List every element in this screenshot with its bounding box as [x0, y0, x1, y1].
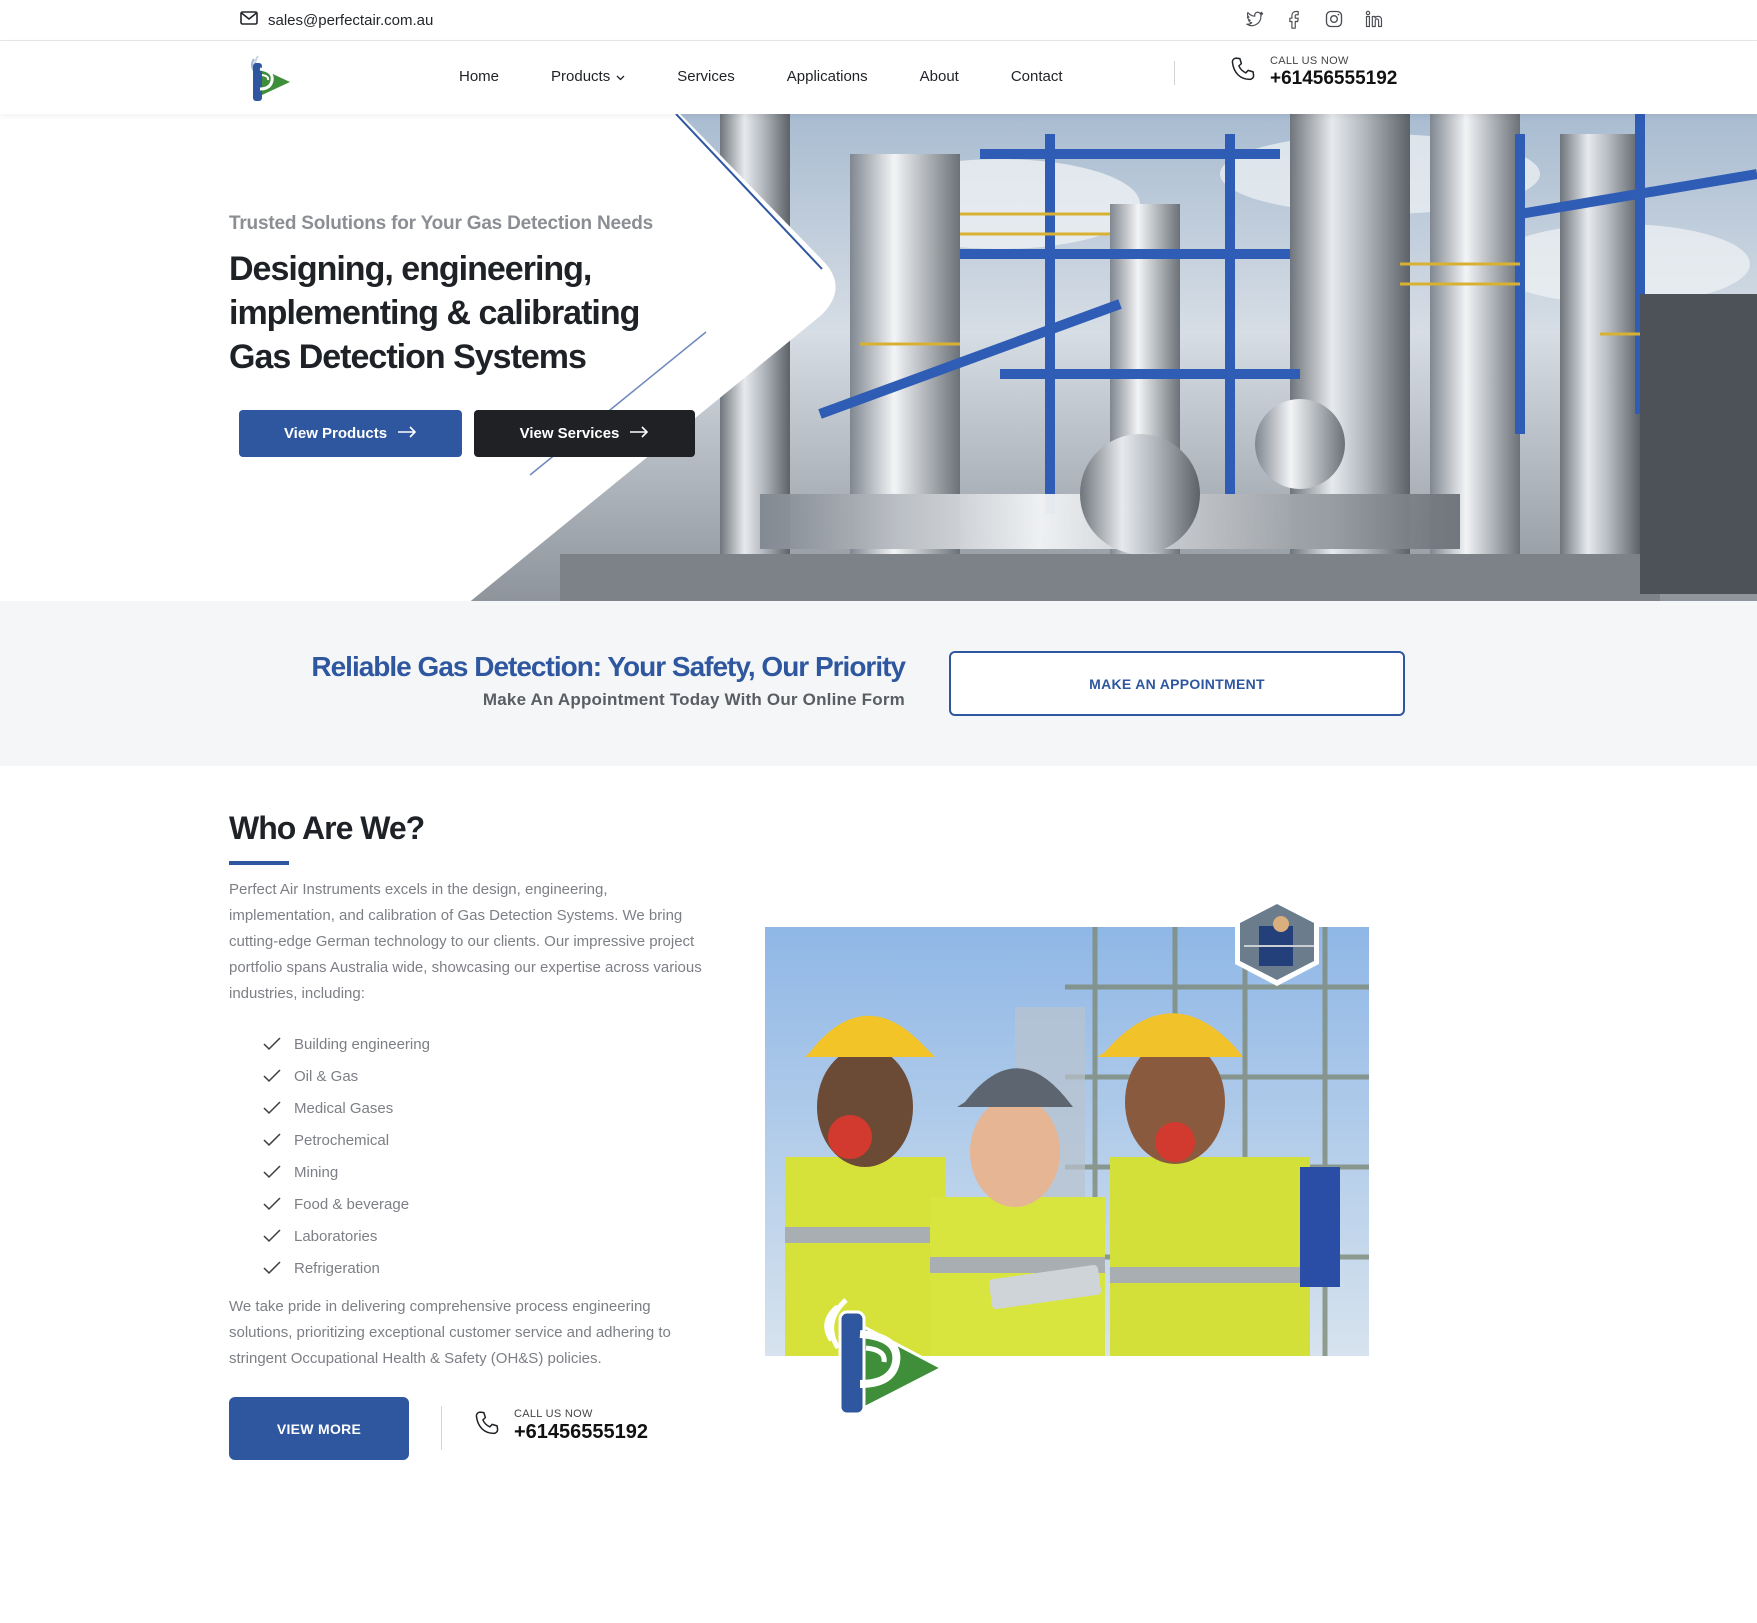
who-intro-text: Perfect Air Instruments excels in the de…	[229, 881, 702, 1002]
nav-item-services[interactable]: Services	[677, 68, 735, 85]
call-number: +61456555192	[1270, 68, 1398, 89]
nav-item-label: Services	[677, 68, 735, 85]
check-icon	[262, 1226, 282, 1246]
button-label: View Products	[283, 425, 388, 442]
industry-label: Petrochemical	[294, 1131, 390, 1149]
check-icon	[262, 1098, 282, 1118]
view-more-button[interactable]: VIEW MORE	[229, 1397, 409, 1460]
who-call-now[interactable]: CALL US NOW +61456555192	[472, 1408, 648, 1444]
industry-label: Mining	[294, 1163, 339, 1181]
instagram-icon[interactable]	[1324, 9, 1344, 29]
email-link[interactable]: sales@perfectair.com.au	[240, 11, 433, 29]
phone-icon	[1228, 55, 1258, 90]
button-label: View Services	[519, 425, 620, 442]
make-appointment-button[interactable]: MAKE AN APPOINTMENT	[949, 651, 1405, 716]
who-section-title: Who Are We?	[229, 810, 425, 846]
industry-label: Laboratories	[294, 1227, 378, 1245]
call-label: CALL US NOW	[1270, 55, 1349, 67]
check-icon	[262, 1194, 282, 1214]
who-divider	[441, 1406, 442, 1450]
check-icon	[262, 1162, 282, 1182]
brand-logo-overlay	[808, 1292, 948, 1418]
twitter-icon[interactable]	[1244, 9, 1264, 29]
industry-label: Food & beverage	[294, 1195, 410, 1213]
facebook-icon[interactable]	[1284, 9, 1304, 29]
view-services-button[interactable]: View Services	[474, 410, 695, 457]
list-item: Food & beverage	[262, 1188, 430, 1220]
nav-item-products[interactable]: Products	[551, 68, 625, 85]
band-headline: Reliable Gas Detection: Your Safety, Our…	[311, 651, 906, 682]
industries-list: Building engineering Oil & Gas Medical G…	[262, 1028, 430, 1284]
industry-label: Oil & Gas	[294, 1067, 359, 1085]
check-icon	[262, 1066, 282, 1086]
nav-divider	[1174, 61, 1175, 85]
arrow-right-icon	[629, 425, 649, 442]
chevron-down-icon	[616, 68, 625, 85]
view-products-button[interactable]: View Products	[239, 410, 462, 457]
nav-item-home[interactable]: Home	[459, 68, 499, 85]
appointment-band: Reliable Gas Detection: Your Safety, Our…	[0, 601, 1757, 766]
nav-item-contact[interactable]: Contact	[1011, 68, 1063, 85]
check-icon	[262, 1258, 282, 1278]
hero-section: Trusted Solutions for Your Gas Detection…	[0, 114, 1757, 601]
list-item: Mining	[262, 1156, 430, 1188]
nav-item-label: Contact	[1010, 68, 1063, 85]
nav-call-now[interactable]: CALL US NOW +61456555192	[1228, 55, 1397, 90]
company-logo[interactable]	[240, 49, 302, 107]
arrow-right-icon	[397, 425, 417, 442]
industry-label: Medical Gases	[294, 1099, 394, 1117]
nav-item-about[interactable]: About	[920, 68, 959, 85]
call-number: +61456555192	[514, 1421, 649, 1443]
list-item: Oil & Gas	[262, 1060, 430, 1092]
list-item: Medical Gases	[262, 1092, 430, 1124]
main-navbar: Home Products Services Applications Abou…	[0, 41, 1757, 114]
call-label: CALL US NOW	[514, 1408, 593, 1420]
hero-tagline: Trusted Solutions for Your Gas Detection…	[229, 213, 654, 234]
band-subline: Make An Appointment Today With Our Onlin…	[482, 690, 905, 709]
industry-label: Building engineering	[294, 1035, 430, 1053]
phone-icon	[472, 1409, 502, 1444]
mail-icon	[240, 11, 258, 29]
hexagon-worker-badge	[1229, 896, 1325, 988]
who-outro-text: We take pride in delivering comprehensiv…	[229, 1298, 671, 1367]
list-item: Petrochemical	[262, 1124, 430, 1156]
list-item: Building engineering	[262, 1028, 430, 1060]
nav-item-label: Applications	[786, 68, 868, 85]
email-text: sales@perfectair.com.au	[268, 11, 434, 29]
nav-item-label: Products	[551, 68, 611, 85]
nav-item-applications[interactable]: Applications	[787, 68, 868, 85]
nav-item-label: About	[919, 68, 959, 85]
check-icon	[262, 1034, 282, 1054]
nav-item-label: Home	[459, 68, 500, 85]
list-item: Laboratories	[262, 1220, 430, 1252]
top-bar: sales@perfectair.com.au	[0, 0, 1757, 41]
social-links	[1244, 9, 1384, 29]
hero-headline: Designing, engineering, implementing & c…	[229, 250, 640, 376]
check-icon	[262, 1130, 282, 1150]
title-underline	[229, 861, 289, 865]
industry-label: Refrigeration	[294, 1259, 380, 1277]
list-item: Refrigeration	[262, 1252, 430, 1284]
nav-menu: Home Products Services Applications Abou…	[459, 68, 1063, 85]
linkedin-icon[interactable]	[1364, 9, 1384, 29]
